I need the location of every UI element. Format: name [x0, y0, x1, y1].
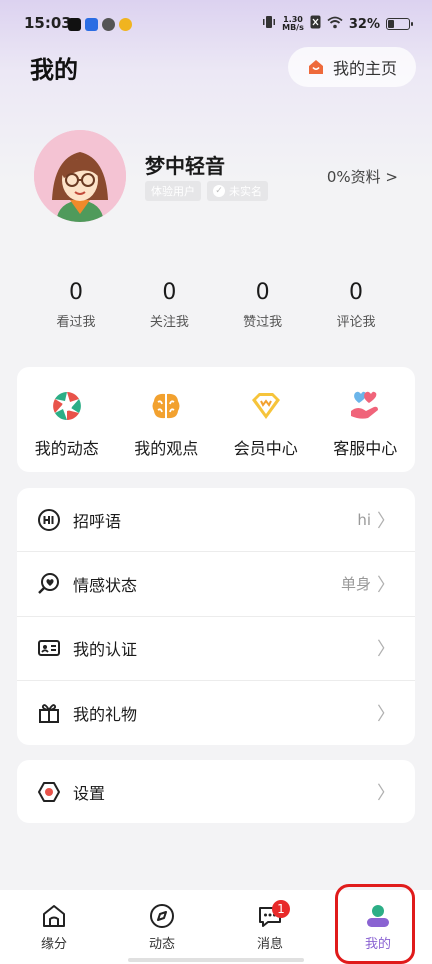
- quick-label: 我的动态: [34, 439, 99, 458]
- gear-icon: [38, 781, 60, 802]
- diamond-icon: [251, 393, 280, 419]
- network-speed: 1.30 MB/s: [282, 15, 304, 32]
- quick-actions-card: 我的动态 我的观点 会员中心 客服中心: [17, 367, 415, 472]
- quick-label: 会员中心: [233, 439, 298, 458]
- battery-percent: 32%: [348, 16, 380, 32]
- menu-label: 我的认证: [73, 640, 138, 660]
- menu-value: 单身: [340, 575, 371, 594]
- gift-icon: [39, 704, 59, 723]
- menu-label: 情感状态: [73, 575, 138, 595]
- quick-my-posts[interactable]: 我的动态: [17, 367, 117, 472]
- stat-liked-me[interactable]: 0 赞过我: [217, 280, 309, 330]
- app-notification-icon: [85, 18, 98, 31]
- chevron-right-icon: 〉: [377, 639, 395, 661]
- menu-value: hi: [357, 510, 371, 529]
- status-time: 15:03: [24, 14, 72, 32]
- trial-user-badge: 体验用户: [145, 181, 201, 201]
- stat-value: 0: [348, 280, 363, 305]
- stat-label: 看过我: [56, 315, 96, 330]
- id-card-icon: [38, 640, 60, 657]
- home-icon: [43, 905, 65, 927]
- tab-label: 缘分: [40, 937, 67, 952]
- heart-search-icon: [38, 572, 59, 594]
- tab-moments[interactable]: 动态: [108, 890, 216, 964]
- menu-relationship-status[interactable]: 情感状态 单身 〉: [17, 552, 415, 617]
- settings-row[interactable]: 设置 〉: [17, 760, 415, 823]
- wifi-icon: [327, 16, 343, 33]
- quick-customer-service[interactable]: 客服中心: [316, 367, 416, 472]
- stat-value: 0: [69, 280, 83, 305]
- menu-label: 我的礼物: [73, 704, 138, 724]
- compass-icon: [150, 904, 174, 928]
- quick-label: 我的观点: [134, 439, 199, 458]
- my-homepage-label: 我的主页: [332, 59, 397, 78]
- my-homepage-button[interactable]: 我的主页: [288, 47, 416, 87]
- brain-icon: [152, 393, 180, 419]
- tab-label: 动态: [148, 937, 175, 952]
- stat-commented-me[interactable]: 0 评论我: [310, 280, 402, 330]
- stat-followed-me[interactable]: 0 关注我: [123, 280, 215, 330]
- page-title: 我的: [30, 56, 78, 84]
- chevron-right-icon: 〉: [377, 703, 395, 725]
- menu-label: 招呼语: [73, 511, 122, 531]
- unverified-label: 未实名: [229, 185, 262, 198]
- unverified-badge[interactable]: ✓ 未实名: [207, 181, 268, 201]
- menu-greeting[interactable]: 招呼语 hi 〉: [17, 488, 415, 553]
- stats-row: 0 看过我 0 关注我 0 赞过我 0 评论我: [30, 280, 402, 330]
- stat-viewed-me[interactable]: 0 看过我: [30, 280, 122, 330]
- home-indicator[interactable]: [128, 958, 304, 962]
- tiktok-icon: [68, 18, 81, 31]
- chevron-right-icon: 〉: [377, 782, 395, 804]
- tab-label: 消息: [256, 937, 283, 952]
- tab-match[interactable]: 缘分: [0, 890, 108, 964]
- notification-icons: [68, 18, 132, 31]
- check-icon: ✓: [213, 185, 225, 197]
- nickname: 梦中轻音: [145, 154, 225, 178]
- quick-label: 客服中心: [333, 439, 398, 458]
- stat-value: 0: [255, 280, 270, 305]
- user-tags: 体验用户 ✓ 未实名: [145, 181, 268, 201]
- app-notification-icon: [102, 18, 115, 31]
- quick-vip-center[interactable]: 会员中心: [216, 367, 316, 472]
- stat-label: 赞过我: [243, 315, 283, 330]
- menu-card: 招呼语 hi 〉 情感状态 单身 〉 我的认证 〉 我的礼物 〉: [17, 488, 415, 745]
- unread-badge: 1: [272, 900, 290, 918]
- quick-my-opinions[interactable]: 我的观点: [117, 367, 217, 472]
- chevron-right-icon: 〉: [377, 510, 395, 532]
- avatar-illustration: [34, 130, 126, 222]
- heart-hand-icon: [351, 391, 379, 419]
- aperture-icon: [52, 392, 81, 420]
- menu-verification[interactable]: 我的认证 〉: [17, 617, 415, 681]
- profile-completeness-link[interactable]: 0%资料 >: [327, 166, 398, 187]
- settings-label: 设置: [73, 783, 106, 803]
- stat-label: 评论我: [336, 315, 376, 330]
- hi-icon: [38, 508, 60, 531]
- chevron-right-icon: 〉: [377, 574, 395, 596]
- weibo-icon: [119, 18, 132, 31]
- stat-label: 关注我: [149, 315, 189, 330]
- tab-messages[interactable]: 1 消息: [216, 890, 324, 964]
- stat-value: 0: [162, 280, 177, 305]
- avatar[interactable]: [34, 130, 126, 222]
- vibrate-icon: [262, 15, 276, 33]
- status-bar: 15:03 1.30 MB/s 32%: [0, 12, 432, 40]
- selection-highlight: [335, 884, 415, 964]
- sim-off-icon: [310, 15, 321, 33]
- status-right: 1.30 MB/s 32%: [262, 15, 413, 33]
- menu-gifts[interactable]: 我的礼物 〉: [17, 681, 415, 745]
- house-icon: [307, 58, 325, 76]
- battery-icon: [386, 18, 413, 30]
